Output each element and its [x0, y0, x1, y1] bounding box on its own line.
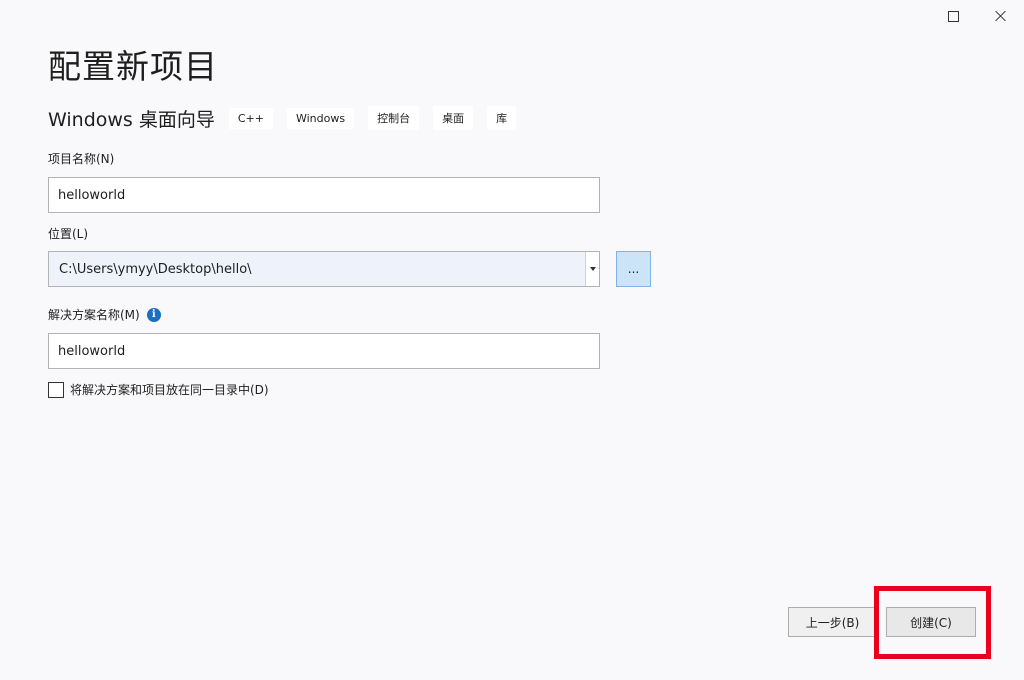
location-label: 位置(L)	[48, 227, 89, 241]
tag-desktop: 桌面	[433, 106, 474, 130]
solution-name-label: 解决方案名称(M)	[48, 308, 140, 322]
info-icon[interactable]: i	[146, 307, 161, 322]
location-dropdown-button[interactable]	[585, 252, 599, 286]
tag-cpp: C++	[228, 107, 273, 129]
tag-library: 库	[487, 106, 517, 130]
same-directory-label: 将解决方案和项目放在同一目录中(D)	[70, 383, 269, 397]
tag-console: 控制台	[368, 106, 420, 130]
template-name: Windows 桌面向导	[48, 108, 215, 131]
location-input[interactable]	[49, 252, 585, 286]
chevron-down-icon	[589, 267, 596, 271]
back-button[interactable]: 上一步(B)	[788, 607, 877, 637]
solution-name-input[interactable]	[48, 333, 600, 369]
close-icon	[995, 10, 1007, 22]
create-button[interactable]: 创建(C)	[886, 607, 976, 637]
location-combobox[interactable]	[48, 251, 600, 287]
same-directory-option[interactable]: 将解决方案和项目放在同一目录中(D)	[48, 381, 269, 398]
project-name-input[interactable]	[48, 177, 600, 213]
same-directory-checkbox[interactable]	[48, 381, 64, 398]
browse-button[interactable]: ...	[616, 251, 651, 287]
tag-windows: Windows	[286, 107, 355, 129]
maximize-icon	[947, 10, 959, 22]
maximize-button[interactable]	[930, 4, 976, 28]
close-button[interactable]	[978, 4, 1024, 28]
solution-name-label-row: 解决方案名称(M) i	[48, 306, 161, 323]
template-row: Windows 桌面向导 C++ Windows 控制台 桌面 库	[48, 104, 530, 132]
project-name-label: 项目名称(N)	[48, 152, 115, 166]
page-title: 配置新项目	[48, 47, 218, 86]
